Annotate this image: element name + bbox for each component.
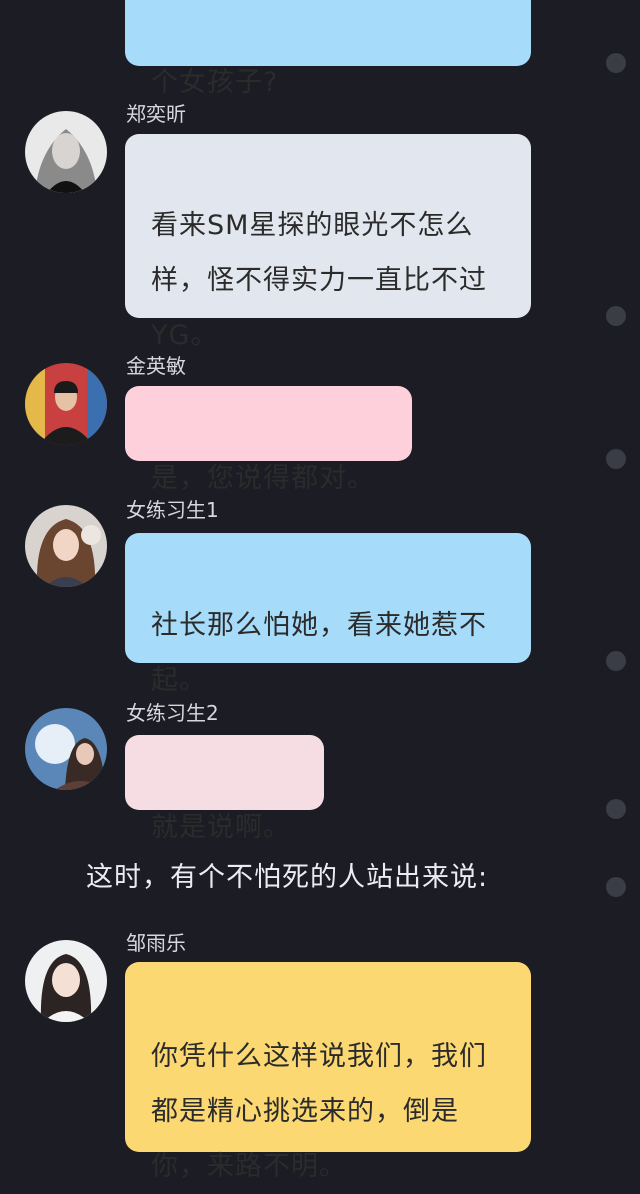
avatar-trainee-1[interactable] [25, 505, 107, 587]
avatar-zheng-yixin[interactable] [25, 111, 107, 193]
message-bubble-2[interactable]: 是，您说得都对。 [125, 386, 412, 494]
message-text-1: 看来SM星探的眼光不怎么 样，怪不得实力一直比不过 YG。 [151, 210, 487, 351]
message-bubble-5[interactable]: 你凭什么这样说我们，我们 都是精心挑选来的，倒是 你，来路不明。 [125, 962, 531, 1182]
sender-name-3: 女练习生1 [126, 498, 219, 522]
scroll-marker-dot[interactable] [606, 306, 626, 326]
sender-name-4: 女练习生2 [126, 701, 219, 725]
woman-avatar-icon [25, 111, 107, 193]
message-text-4: 就是说啊。 [151, 812, 291, 843]
scroll-marker-dot[interactable] [606, 877, 626, 897]
message-text-0: 个女孩子? [151, 67, 279, 98]
man-avatar-icon [25, 363, 107, 445]
message-bubble-0[interactable]: 个女孩子? [125, 0, 531, 98]
girl-avatar-icon [25, 708, 107, 790]
message-bubble-3[interactable]: 社长那么怕她，看来她惹不 起。 [125, 533, 531, 696]
girl-avatar-icon [25, 505, 107, 587]
avatar-zou-yule[interactable] [25, 940, 107, 1022]
scroll-marker-dot[interactable] [606, 449, 626, 469]
message-text-3: 社长那么怕她，看来她惹不 起。 [151, 610, 487, 696]
message-bubble-4[interactable]: 就是说啊。 [125, 735, 324, 843]
message-bubble-1[interactable]: 看来SM星探的眼光不怎么 样，怪不得实力一直比不过 YG。 [125, 134, 531, 351]
avatar-trainee-2[interactable] [25, 708, 107, 790]
message-text-5: 你凭什么这样说我们，我们 都是精心挑选来的，倒是 你，来路不明。 [151, 1041, 487, 1182]
scroll-marker-dot[interactable] [606, 651, 626, 671]
sender-name-5: 邹雨乐 [126, 931, 186, 955]
scroll-marker-dot[interactable] [606, 799, 626, 819]
sender-name-2: 金英敏 [126, 354, 186, 378]
message-text-2: 是，您说得都对。 [151, 463, 375, 494]
scroll-marker-dot[interactable] [606, 53, 626, 73]
sender-name-1: 郑奕昕 [126, 102, 186, 126]
avatar-kim-young-min[interactable] [25, 363, 107, 445]
narration-text: 这时，有个不怕死的人站出来说: [86, 862, 489, 893]
girl-avatar-icon [25, 940, 107, 1022]
